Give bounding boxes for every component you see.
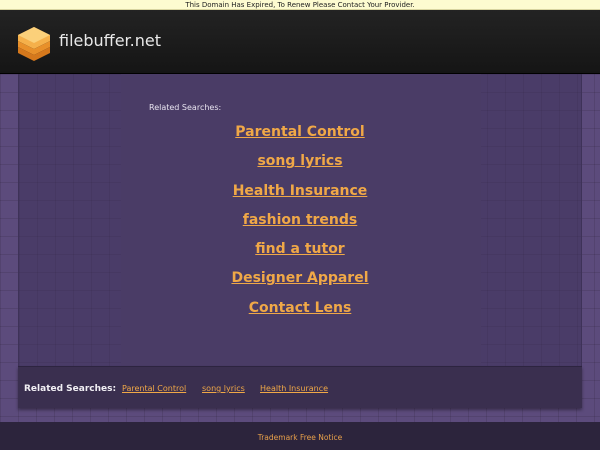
related-link[interactable]: song lyrics <box>0 151 600 180</box>
related-links-list: Parental Control song lyrics Health Insu… <box>0 122 600 327</box>
footer-related-link[interactable]: Health Insurance <box>260 384 328 394</box>
footer-related-link[interactable]: Parental Control <box>122 384 186 394</box>
related-link[interactable]: Designer Apparel <box>0 268 600 297</box>
site-name[interactable]: filebuffer.net <box>59 31 161 51</box>
related-searches-label: Related Searches: <box>149 103 222 112</box>
related-link[interactable]: Health Insurance <box>0 181 600 210</box>
page-footer: Trademark Free Notice <box>0 422 600 450</box>
trademark-notice-link[interactable]: Trademark Free Notice <box>0 433 600 443</box>
related-link[interactable]: Contact Lens <box>0 298 600 327</box>
domain-expired-notice: This Domain Has Expired, To Renew Please… <box>0 0 600 10</box>
related-link[interactable]: Parental Control <box>0 122 600 151</box>
footer-related-bar: Related Searches: Parental Control song … <box>18 366 582 408</box>
footer-related-link[interactable]: song lyrics <box>202 384 245 394</box>
related-link[interactable]: fashion trends <box>0 210 600 239</box>
footer-related-label: Related Searches: <box>24 384 117 394</box>
related-link[interactable]: find a tutor <box>0 239 600 268</box>
stacked-layers-icon <box>18 27 50 61</box>
site-header: filebuffer.net <box>0 10 600 74</box>
